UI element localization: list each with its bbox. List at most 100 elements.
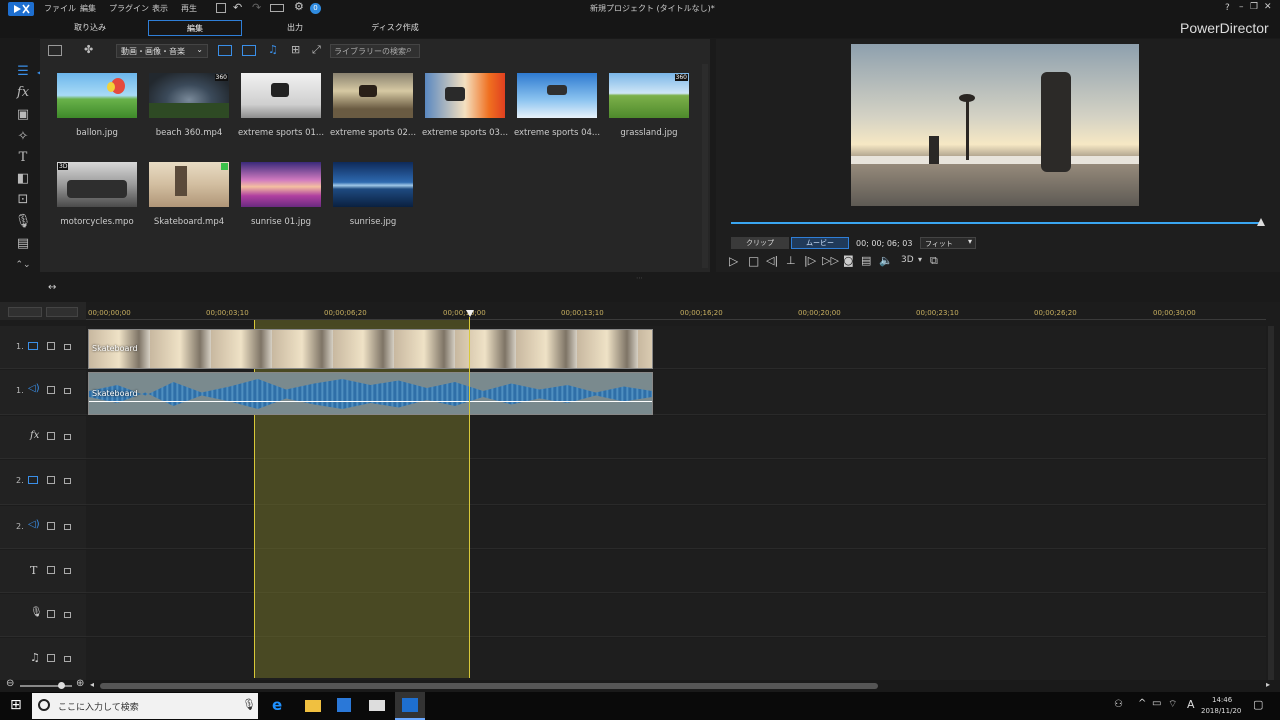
stop-icon[interactable]: □: [748, 254, 759, 268]
lock-icon[interactable]: [64, 478, 71, 484]
particle-room-icon[interactable]: ✧: [8, 127, 38, 147]
scroll-right-icon[interactable]: ▸: [1266, 680, 1270, 689]
playhead-handle[interactable]: [466, 310, 474, 317]
track-header-effect[interactable]: fx: [0, 416, 86, 459]
video-clip-skateboard[interactable]: Skateboard: [88, 329, 653, 369]
lock-icon[interactable]: [64, 344, 71, 350]
zoom-out-icon[interactable]: ⊖: [6, 678, 14, 689]
zoom-fit-dropdown[interactable]: フィット ▾: [920, 237, 976, 249]
timecode-display[interactable]: 00; 00; 06; 03: [856, 239, 912, 248]
audio-clip-skateboard[interactable]: Skateboard: [88, 372, 653, 415]
menu-file[interactable]: ファイル: [44, 3, 76, 14]
track-enable-checkbox[interactable]: [47, 654, 55, 662]
lock-icon[interactable]: [64, 612, 71, 618]
playhead-line[interactable]: [469, 317, 470, 678]
minimize-icon[interactable]: –: [1239, 2, 1244, 12]
movie-mode-button[interactable]: ムービー: [791, 237, 849, 249]
track-header-video-1[interactable]: 1.: [0, 326, 86, 369]
image-filter-icon[interactable]: [242, 45, 256, 56]
gear-icon[interactable]: ⚙: [294, 0, 304, 13]
windows-start-icon[interactable]: ⊞: [10, 697, 22, 713]
snapshot-icon[interactable]: ◙: [843, 254, 854, 267]
pip-room-icon[interactable]: ▣: [8, 105, 38, 125]
thumbnail-ballon[interactable]: [57, 73, 137, 118]
track-header-title[interactable]: T: [0, 550, 86, 593]
previous-frame-icon[interactable]: ◁|: [766, 254, 778, 267]
effect-room-icon[interactable]: fx: [8, 83, 38, 103]
action-center-icon[interactable]: ▢: [1253, 698, 1263, 711]
track-enable-checkbox[interactable]: [47, 342, 55, 350]
lock-icon[interactable]: [64, 656, 71, 662]
lock-icon[interactable]: [64, 388, 71, 394]
search-icon[interactable]: ⌕: [406, 43, 412, 57]
media-filter-dropdown[interactable]: 動画・画像・音楽 ⌄: [116, 44, 208, 58]
lock-icon[interactable]: [64, 434, 71, 440]
subtitle-room-icon[interactable]: ▤: [8, 234, 38, 254]
menu-edit[interactable]: 編集: [80, 3, 96, 14]
panel-resize-grip[interactable]: ⋯: [636, 274, 643, 282]
library-scrollbar[interactable]: [702, 64, 708, 268]
thumbnail-motorcycles[interactable]: 3D: [57, 162, 137, 207]
fast-forward-icon[interactable]: ▷▷: [822, 254, 839, 267]
battery-icon[interactable]: ▭: [1152, 698, 1161, 709]
thumbnail-extreme-sports-04[interactable]: [517, 73, 597, 118]
mail-icon[interactable]: [369, 700, 385, 711]
tab-produce[interactable]: 出力: [265, 20, 325, 36]
media-room-icon[interactable]: ☰: [8, 62, 38, 82]
edge-browser-icon[interactable]: e: [272, 696, 282, 714]
restore-icon[interactable]: ❐: [1250, 2, 1258, 12]
store-icon[interactable]: [337, 698, 351, 712]
track-header-audio-2[interactable]: 2. ◁): [0, 506, 86, 549]
voice-room-icon[interactable]: 🎙: [8, 212, 38, 232]
menu-plugins[interactable]: プラグイン: [109, 3, 149, 14]
subtitle-icon[interactable]: ▤: [861, 254, 871, 267]
track-header-voice[interactable]: 🎙: [0, 594, 86, 637]
ime-indicator[interactable]: A: [1187, 698, 1195, 711]
thumbnail-extreme-sports-02[interactable]: [333, 73, 413, 118]
title-room-icon[interactable]: T: [8, 148, 38, 168]
thumbnail-sunrise-01[interactable]: [241, 162, 321, 207]
storyboard-view-button[interactable]: [8, 307, 42, 317]
thumbnail-beach-360[interactable]: 360: [149, 73, 229, 118]
thumbnail-sunrise[interactable]: [333, 162, 413, 207]
undo-icon[interactable]: ↶: [233, 1, 242, 14]
chapter-room-icon[interactable]: ⊡: [8, 190, 38, 210]
preview-scrubber[interactable]: [731, 222, 1262, 224]
tab-edit[interactable]: 編集: [148, 20, 242, 36]
lock-icon[interactable]: [64, 568, 71, 574]
volume-icon[interactable]: 🔈: [879, 254, 893, 267]
next-frame-icon[interactable]: |▷: [804, 254, 816, 267]
aspect-ratio-icon[interactable]: [270, 4, 284, 12]
music-filter-icon[interactable]: ♫: [268, 43, 278, 56]
clock-time[interactable]: 14:46: [1212, 696, 1232, 704]
3d-mode-button[interactable]: 3D: [901, 255, 914, 265]
close-icon[interactable]: ✕: [1264, 2, 1272, 12]
thumbnail-extreme-sports-01[interactable]: [241, 73, 321, 118]
scrubber-handle[interactable]: [1257, 218, 1265, 226]
track-header-video-2[interactable]: 2.: [0, 460, 86, 505]
transition-room-icon[interactable]: ◧: [8, 169, 38, 189]
tab-disc[interactable]: ディスク作成: [360, 20, 430, 36]
powerdirector-taskbar-button[interactable]: [395, 692, 425, 720]
notification-badge[interactable]: 0: [310, 3, 321, 14]
thumbnail-extreme-sports-03[interactable]: [425, 73, 505, 118]
scroll-arrows-icon[interactable]: ⌃⌄: [8, 255, 38, 275]
track-enable-checkbox[interactable]: [47, 522, 55, 530]
fit-timeline-icon[interactable]: ↔: [48, 282, 56, 293]
zoom-in-icon[interactable]: ⊕: [76, 678, 84, 689]
track-header-audio-1[interactable]: 1. ◁): [0, 370, 86, 415]
track-enable-checkbox[interactable]: [47, 610, 55, 618]
clip-mode-button[interactable]: クリップ: [731, 237, 789, 249]
file-explorer-icon[interactable]: [305, 700, 321, 712]
track-enable-checkbox[interactable]: [47, 432, 55, 440]
redo-icon[interactable]: ↷: [252, 1, 261, 14]
timeline-view-button[interactable]: [46, 307, 78, 317]
track-enable-checkbox[interactable]: [47, 566, 55, 574]
project-icon[interactable]: [216, 3, 226, 13]
help-button[interactable]: ?: [1225, 3, 1230, 13]
grid-view-icon[interactable]: ⊞: [291, 43, 300, 56]
chevron-down-icon[interactable]: ▾: [918, 255, 922, 264]
track-header-music[interactable]: ♫: [0, 638, 86, 681]
taskbar-search-box[interactable]: ここに入力して検索 🎙: [32, 693, 258, 719]
split-icon[interactable]: ⊥: [786, 254, 796, 267]
